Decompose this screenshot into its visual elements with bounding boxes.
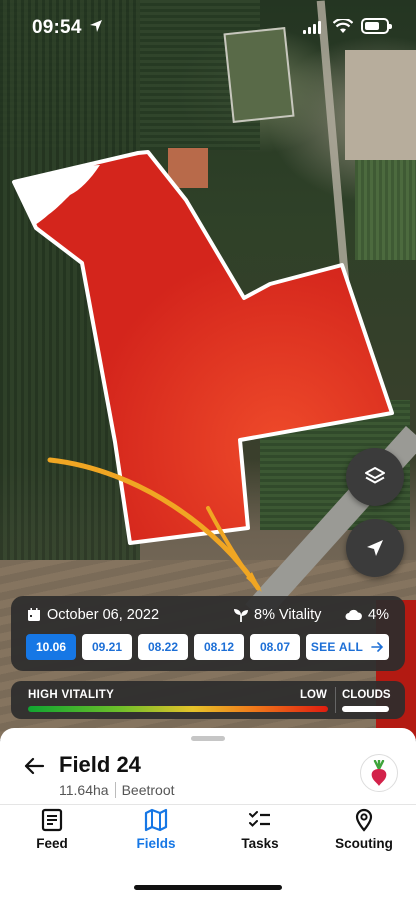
- cellular-signal-icon: [303, 21, 321, 34]
- field-area: 11.64ha: [59, 782, 109, 798]
- legend-low-label: LOW: [300, 689, 327, 701]
- home-indicator: [134, 885, 282, 890]
- crop-avatar[interactable]: [360, 754, 398, 792]
- map-icon: [144, 808, 168, 832]
- beetroot-icon: [371, 760, 387, 786]
- selected-date: October 06, 2022: [27, 607, 159, 623]
- see-all-label: SEE ALL: [310, 640, 364, 654]
- cloud-cover-label: 4%: [368, 607, 389, 623]
- field-boundary: [12, 150, 394, 545]
- clouds-color-bar: [342, 706, 389, 712]
- date-chip[interactable]: 10.06: [26, 634, 76, 660]
- sheet-grabber[interactable]: [191, 736, 225, 741]
- vitality-legend: HIGH VITALITY LOW CLOUDS: [11, 681, 405, 719]
- cloud-icon: [345, 609, 362, 620]
- tab-fields-label: Fields: [136, 836, 176, 851]
- back-arrow-icon[interactable]: [22, 754, 46, 778]
- battery-icon: [361, 18, 392, 34]
- calendar-icon: [28, 608, 40, 621]
- tab-tasks-label: Tasks: [241, 836, 279, 851]
- checklist-icon: [249, 811, 270, 827]
- sprout-icon: [234, 608, 248, 622]
- date-chip[interactable]: 08.07: [250, 634, 300, 660]
- tab-tasks[interactable]: Tasks: [210, 808, 310, 851]
- legend-high-label: HIGH VITALITY: [28, 689, 115, 701]
- wifi-icon: [333, 19, 353, 33]
- document-icon: [41, 808, 63, 832]
- legend-clouds-label: CLOUDS: [342, 689, 391, 701]
- legend-divider: [335, 687, 336, 713]
- cloud-cover-stat: 4%: [345, 607, 389, 623]
- sheet-divider: [0, 804, 416, 805]
- date-chip-list: 10.06 09.21 08.22 08.12 08.07 SEE ALL: [26, 634, 389, 660]
- navigation-arrow-icon: [367, 540, 383, 556]
- location-arrow-icon: [90, 20, 102, 32]
- imagery-date-panel: October 06, 2022 8% Vitality 4% 10.06 09…: [11, 596, 405, 671]
- vitality-stat: 8% Vitality: [233, 607, 321, 623]
- date-chip[interactable]: 08.12: [194, 634, 244, 660]
- date-chip[interactable]: 09.21: [82, 634, 132, 660]
- my-location-button[interactable]: [346, 519, 404, 577]
- vitality-gradient-bar: [28, 706, 328, 712]
- arrow-right-icon: [371, 642, 384, 652]
- vitality-label: 8% Vitality: [254, 607, 322, 623]
- bottom-tab-bar: Feed Fields Tasks Scouting: [0, 808, 416, 864]
- meta-separator: [114, 782, 116, 798]
- status-time: 09:54: [32, 17, 82, 38]
- tab-feed-label: Feed: [36, 836, 68, 851]
- see-all-dates-button[interactable]: SEE ALL: [306, 634, 389, 660]
- field-meta: 11.64ha Beetroot: [59, 782, 175, 798]
- field-crop: Beetroot: [121, 782, 175, 798]
- selected-date-label: October 06, 2022: [47, 607, 160, 623]
- tab-scouting-label: Scouting: [335, 836, 393, 851]
- map-pin-icon: [355, 808, 373, 832]
- map-layers-button[interactable]: [346, 448, 404, 506]
- layers-icon: [365, 467, 385, 484]
- tab-scouting[interactable]: Scouting: [314, 808, 414, 851]
- date-chip[interactable]: 08.22: [138, 634, 188, 660]
- status-bar: 09:54: [0, 0, 416, 56]
- tab-feed[interactable]: Feed: [2, 808, 102, 851]
- field-title: Field 24: [59, 752, 141, 777]
- tab-fields[interactable]: Fields: [106, 808, 206, 851]
